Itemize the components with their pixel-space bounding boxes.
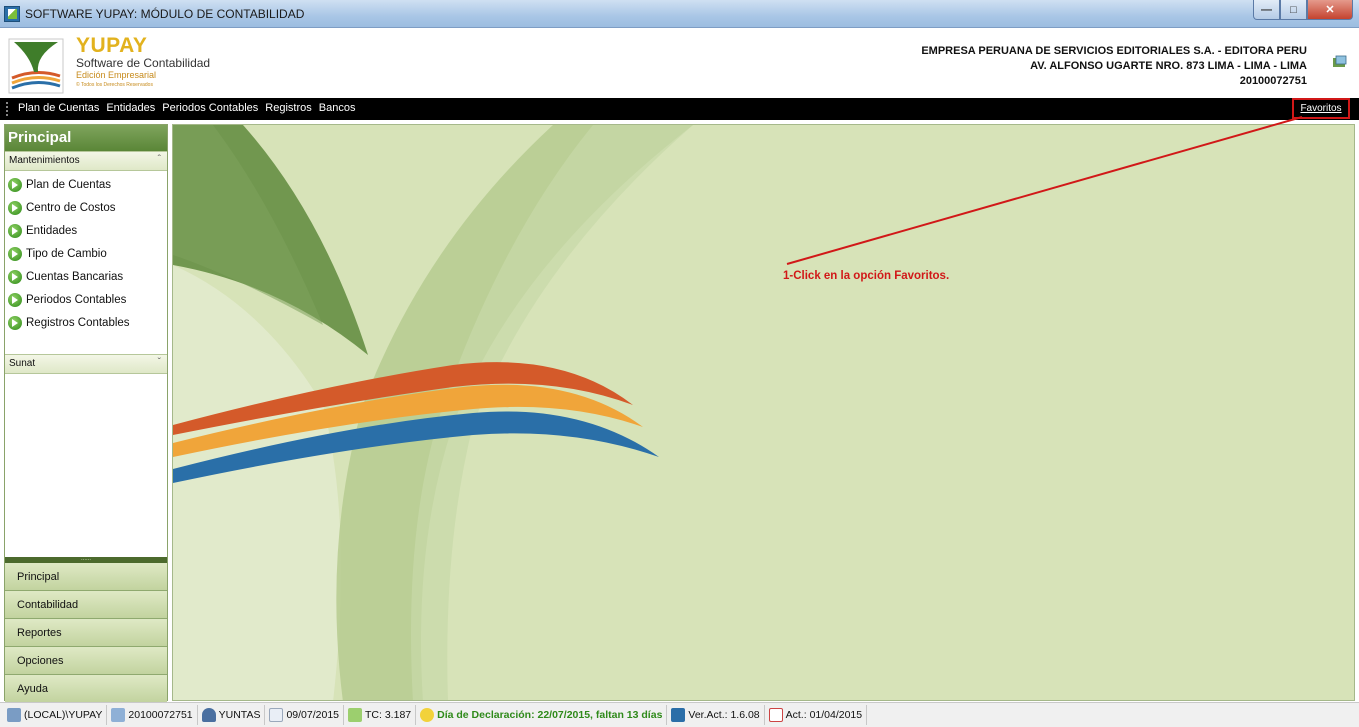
go-arrow-icon (8, 223, 22, 238)
status-user-text: YUNTAS (218, 709, 261, 721)
status-tc-text: TC: 3.187 (365, 709, 412, 721)
settings-tool-icon[interactable] (1332, 55, 1348, 69)
sidebar-item-plan-de-cuentas[interactable]: Plan de Cuentas (5, 173, 167, 196)
user-icon (201, 708, 216, 722)
status-ruc: 20100072751 (107, 705, 198, 725)
sidebar-item-entidades[interactable]: Entidades (5, 219, 167, 242)
window-controls: — □ ✕ (1253, 0, 1353, 20)
yupay-app-icon (671, 708, 686, 722)
menu-bancos[interactable]: Bancos (319, 102, 356, 114)
app-header: YUPAY Software de Contabilidad Edición E… (0, 28, 1359, 98)
sidebar-item-list: Plan de Cuentas Centro de Costos Entidad… (5, 171, 167, 334)
status-declaration: Día de Declaración: 22/07/2015, faltan 1… (416, 705, 668, 725)
yupay-logo-icon (8, 38, 64, 94)
company-name: EMPRESA PERUANA DE SERVICIOS EDITORIALES… (921, 45, 1307, 57)
main-workspace: 1-Click en la opción Favoritos. (172, 124, 1355, 701)
go-arrow-icon (8, 269, 22, 284)
group-sunat-label: Sunat (9, 358, 36, 369)
database-icon (7, 708, 21, 722)
status-date-text: 09/07/2015 (286, 709, 340, 721)
company-address: AV. ALFONSO UGARTE NRO. 873 LIMA - LIMA … (1030, 60, 1307, 72)
menu-grip (6, 102, 8, 116)
calendar-icon (269, 708, 284, 722)
dollar-icon (348, 708, 363, 722)
status-version-text: Ver.Act.: 1.6.08 (688, 709, 760, 721)
minimize-icon: — (1261, 3, 1272, 16)
status-user: YUNTAS (198, 705, 266, 725)
nav-opciones[interactable]: Opciones (5, 647, 167, 675)
sidebar-item-cuentas-bancarias[interactable]: Cuentas Bancarias (5, 265, 167, 288)
sidebar-item-registros-contables[interactable]: Registros Contables (5, 311, 167, 334)
close-button[interactable]: ✕ (1307, 0, 1353, 20)
logo-rights: © Todos los Derechos Reservados (76, 82, 153, 88)
lightbulb-icon (420, 708, 435, 722)
company-ruc: 20100072751 (1239, 75, 1307, 87)
sidebar-item-label: Entidades (26, 224, 78, 237)
window-title: SOFTWARE YUPAY: MÓDULO DE CONTABILIDAD (25, 7, 305, 21)
favoritos-link[interactable]: Favoritos (1292, 98, 1350, 119)
sidebar-item-label: Registros Contables (26, 316, 130, 329)
company-info: EMPRESA PERUANA DE SERVICIOS EDITORIALES… (921, 44, 1307, 89)
nav-ayuda[interactable]: Ayuda (5, 675, 167, 703)
status-tc: TC: 3.187 (344, 705, 417, 725)
sidebar-item-label: Centro de Costos (26, 201, 116, 214)
go-arrow-icon (8, 315, 22, 330)
sidebar-title: Principal (5, 125, 167, 151)
sidebar-nav: Principal Contabilidad Reportes Opciones… (5, 563, 167, 703)
status-act: Act.: 01/04/2015 (765, 705, 868, 725)
sidebar-item-periodos-contables[interactable]: Periodos Contables (5, 288, 167, 311)
annotation-text: 1-Click en la opción Favoritos. (783, 270, 950, 282)
status-server-text: (LOCAL)\YUPAY (24, 709, 103, 721)
menu-registros[interactable]: Registros (265, 102, 311, 114)
go-arrow-icon (8, 177, 22, 192)
group-sunat[interactable]: Sunat ˇ (5, 354, 167, 374)
nav-principal[interactable]: Principal (5, 563, 167, 591)
logo-edition: Edición Empresarial (76, 70, 157, 80)
menu-entidades[interactable]: Entidades (106, 102, 155, 114)
status-ruc-text: 20100072751 (128, 709, 193, 721)
status-bar: (LOCAL)\YUPAY 20100072751 YUNTAS 09/07/2… (0, 702, 1359, 727)
yupay-app-icon (4, 6, 20, 22)
sidebar-item-label: Plan de Cuentas (26, 178, 112, 191)
sidebar-item-label: Cuentas Bancarias (26, 270, 124, 283)
status-declaration-text: Día de Declaración: 22/07/2015, faltan 1… (437, 709, 663, 721)
chevron-down-icon[interactable]: ˇ (158, 357, 161, 368)
nav-reportes[interactable]: Reportes (5, 619, 167, 647)
logo-subtitle: Software de Contabilidad (76, 56, 211, 70)
go-arrow-icon (8, 200, 22, 215)
title-bar: SOFTWARE YUPAY: MÓDULO DE CONTABILIDAD —… (0, 0, 1359, 28)
calendar-icon (768, 708, 783, 722)
background-artwork (173, 125, 1354, 700)
minimize-button[interactable]: — (1253, 0, 1280, 20)
sidebar: Principal Mantenimientos ˆ Plan de Cuent… (4, 124, 168, 703)
menu-plan-de-cuentas[interactable]: Plan de Cuentas (18, 102, 99, 114)
sidebar-item-label: Periodos Contables (26, 293, 127, 306)
menu-items: Plan de Cuentas Entidades Periodos Conta… (18, 102, 362, 114)
sidebar-item-label: Tipo de Cambio (26, 247, 107, 260)
status-server: (LOCAL)\YUPAY (3, 705, 108, 725)
close-icon: ✕ (1325, 4, 1335, 16)
nav-contabilidad[interactable]: Contabilidad (5, 591, 167, 619)
maximize-icon: □ (1290, 3, 1297, 16)
status-date: 09/07/2015 (265, 705, 345, 725)
maximize-button[interactable]: □ (1280, 0, 1307, 20)
sidebar-item-centro-de-costos[interactable]: Centro de Costos (5, 196, 167, 219)
chevron-up-icon[interactable]: ˆ (158, 154, 161, 165)
sidebar-item-tipo-de-cambio[interactable]: Tipo de Cambio (5, 242, 167, 265)
status-act-text: Act.: 01/04/2015 (785, 709, 863, 721)
status-version: Ver.Act.: 1.6.08 (667, 705, 765, 725)
go-arrow-icon (8, 292, 22, 307)
go-arrow-icon (8, 246, 22, 261)
group-mantenimientos[interactable]: Mantenimientos ˆ (5, 151, 167, 171)
logo-title: YUPAY (76, 34, 148, 57)
building-icon (111, 708, 126, 722)
menu-periodos-contables[interactable]: Periodos Contables (162, 102, 258, 114)
menu-bar: Plan de Cuentas Entidades Periodos Conta… (0, 98, 1359, 120)
group-mantenimientos-label: Mantenimientos (9, 155, 80, 166)
